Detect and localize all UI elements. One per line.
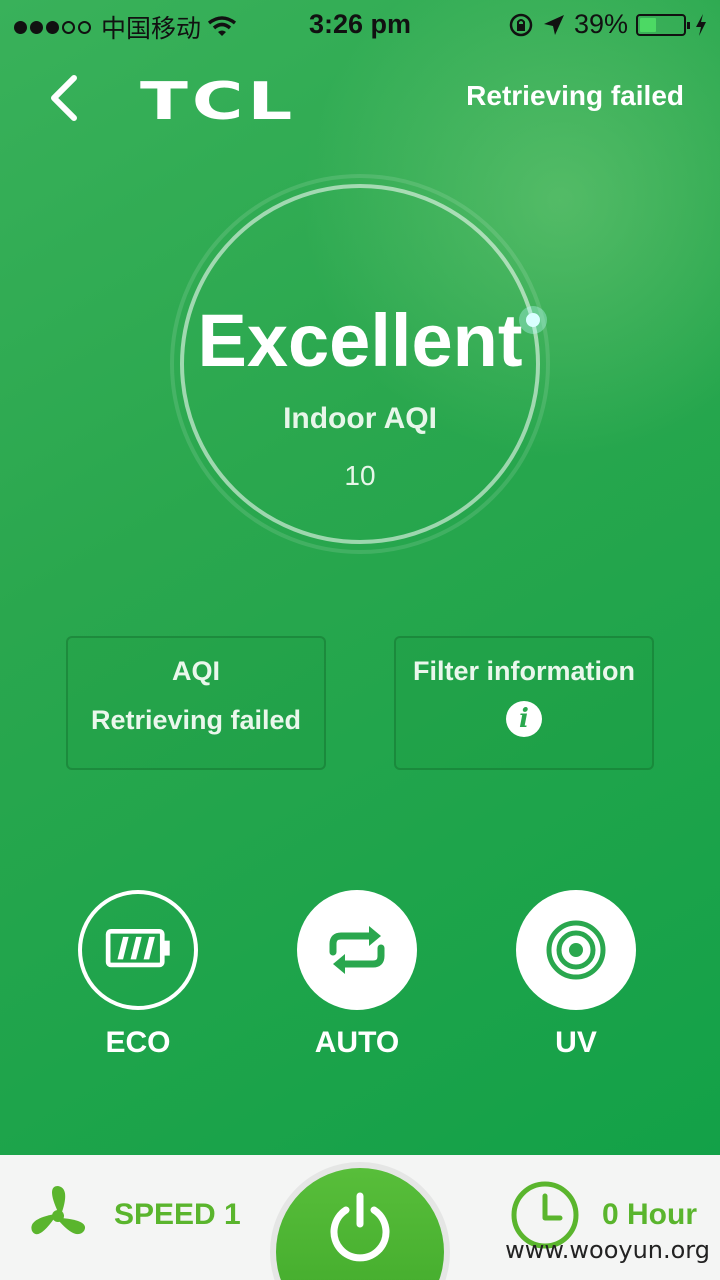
aqi-card-title: AQI bbox=[171, 656, 220, 686]
info-icon[interactable]: i bbox=[506, 701, 542, 737]
battery-icon bbox=[636, 13, 690, 36]
filter-card-title: Filter information bbox=[413, 656, 635, 686]
battery-fill bbox=[640, 17, 657, 32]
filter-info-card[interactable]: Filter information i bbox=[394, 636, 654, 770]
eco-mode-button[interactable] bbox=[78, 890, 198, 1010]
auto-mode-button[interactable] bbox=[297, 890, 417, 1010]
uv-mode-button[interactable] bbox=[516, 890, 636, 1010]
fan-speed-label[interactable]: SPEED 1 bbox=[114, 1198, 241, 1232]
indoor-aqi-label: Indoor AQI bbox=[283, 402, 437, 435]
back-chevron-icon[interactable] bbox=[40, 70, 90, 126]
connection-status: Retrieving failed bbox=[466, 80, 684, 111]
aqi-card-value: Retrieving failed bbox=[90, 705, 302, 735]
status-bar: 中国移动 3:26 pm 39% bbox=[0, 0, 720, 50]
fan-icon[interactable] bbox=[24, 1182, 92, 1250]
indoor-aqi-value: 10 bbox=[344, 460, 376, 491]
power-icon bbox=[330, 1192, 390, 1262]
power-button[interactable] bbox=[276, 1168, 444, 1280]
air-quality-rating: Excellent bbox=[197, 299, 523, 382]
aqi-card[interactable]: AQI Retrieving failed bbox=[66, 636, 326, 770]
charging-icon bbox=[696, 13, 706, 36]
brand-logo: TCL bbox=[140, 72, 297, 132]
battery-percent: 39% bbox=[573, 9, 628, 39]
target-icon bbox=[546, 920, 606, 980]
battery-icon bbox=[105, 929, 170, 968]
status-right: 39% bbox=[508, 9, 708, 40]
rotation-lock-icon bbox=[509, 13, 533, 36]
eco-mode-label: ECO bbox=[105, 1026, 171, 1059]
auto-mode-label: AUTO bbox=[314, 1026, 400, 1059]
location-icon bbox=[543, 14, 564, 35]
timer-label[interactable]: 0 Hour bbox=[602, 1198, 697, 1232]
watermark: www.wooyun.org bbox=[505, 1236, 710, 1264]
main-screen: 中国移动 3:26 pm 39% TCL Retrieving failed E… bbox=[0, 0, 720, 1155]
uv-mode-label: UV bbox=[555, 1026, 597, 1059]
repeat-icon bbox=[329, 926, 385, 974]
